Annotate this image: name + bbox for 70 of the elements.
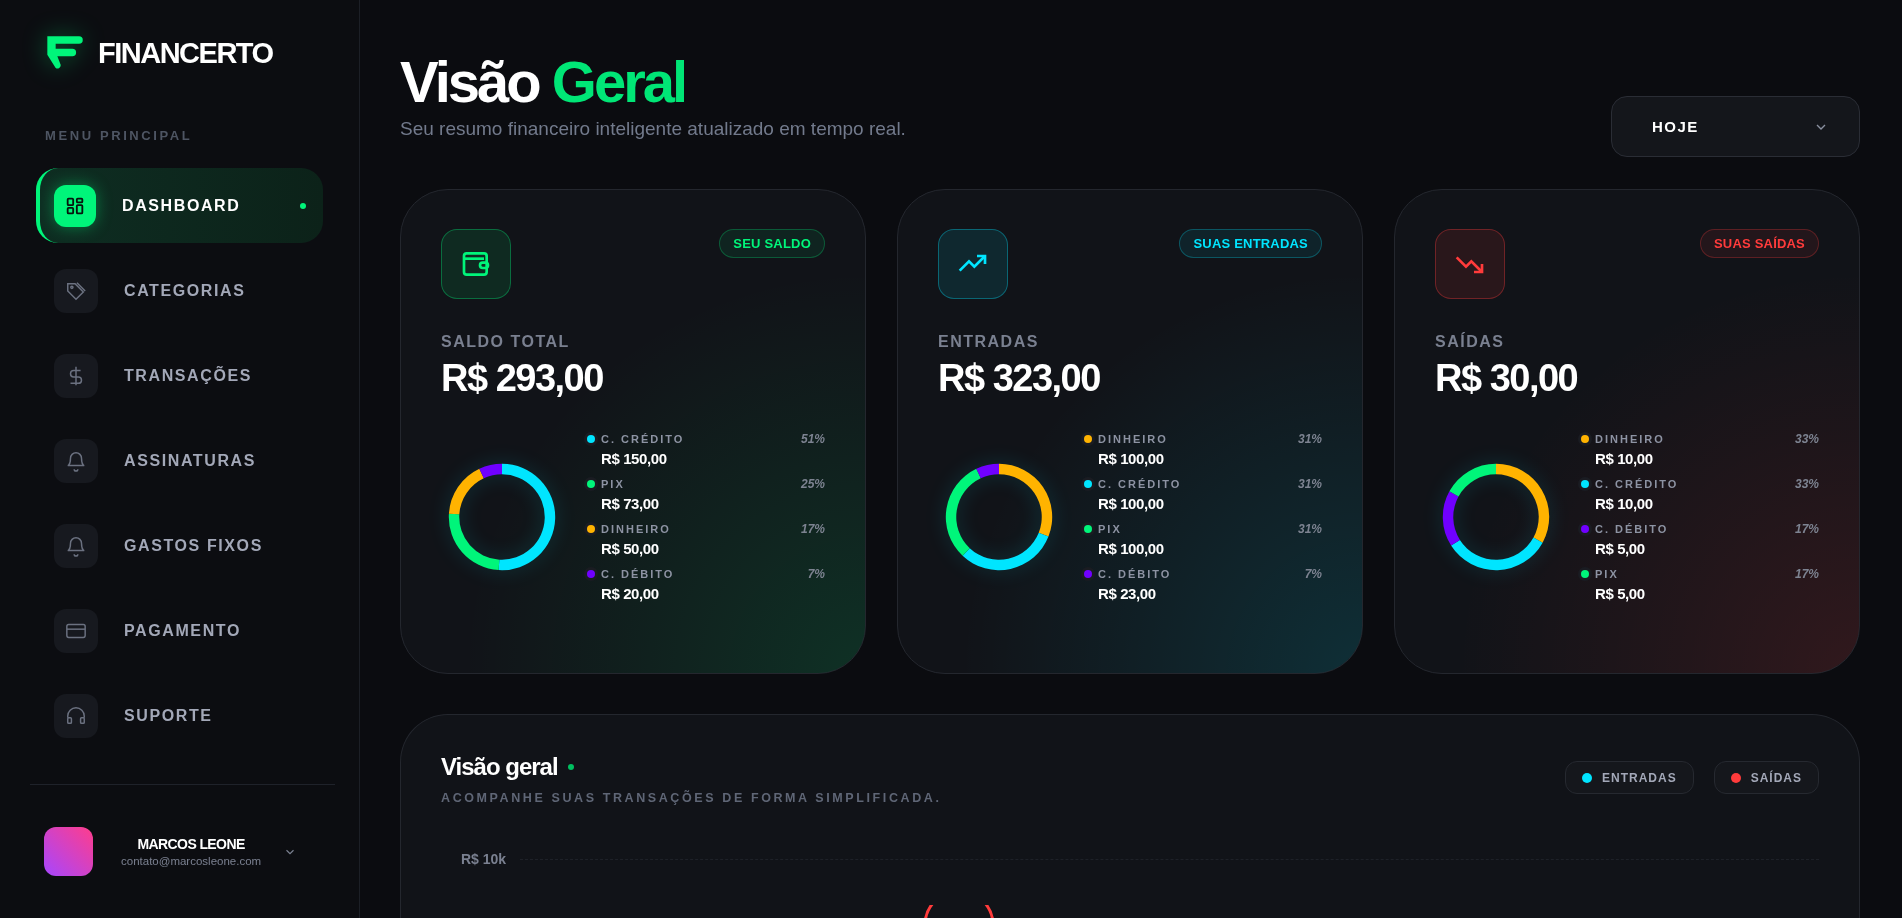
legend-percent: 33% bbox=[1794, 432, 1819, 446]
legend-percent: 33% bbox=[1794, 477, 1819, 491]
page-title: Visão Geral bbox=[400, 50, 687, 114]
brand-name: FINANCERTO bbox=[98, 36, 273, 70]
legend-label: DINHEIRO bbox=[1098, 433, 1169, 445]
legend-label: C. CRÉDITO bbox=[1595, 478, 1680, 490]
section-subtitle: ACOMPANHE SUAS TRANSAÇÕES DE FORMA SIMPLIFICADA. bbox=[441, 791, 942, 805]
legend-label: C. CRÉDITO bbox=[601, 433, 686, 445]
card-amount: R$ 293,00 bbox=[441, 357, 604, 400]
status-dot bbox=[567, 764, 574, 770]
legend-label: C. DÉBITO bbox=[1098, 568, 1173, 580]
legend-label: C. DÉBITO bbox=[601, 568, 676, 580]
nav-item[interactable]: DASHBOARD bbox=[36, 168, 323, 243]
legend-label: C. DÉBITO bbox=[1595, 523, 1670, 535]
legend-amount: R$ 50,00 bbox=[601, 540, 660, 557]
nav-item[interactable]: PAGAMENTO bbox=[36, 593, 323, 668]
legend-percent: 31% bbox=[1297, 432, 1322, 446]
legend-amount: R$ 5,00 bbox=[1595, 540, 1646, 557]
tag-icon bbox=[65, 279, 87, 302]
bell-icon bbox=[65, 449, 87, 472]
legend-amount: R$ 100,00 bbox=[1098, 495, 1165, 512]
badge: SEU SALDO bbox=[719, 229, 825, 258]
legend-amount: R$ 23,00 bbox=[1098, 585, 1157, 602]
page-subtitle: Seu resumo financeiro inteligente atualizado em tempo real. bbox=[400, 117, 906, 140]
legend-amount: R$ 20,00 bbox=[601, 585, 660, 602]
card-label: SAÍDAS bbox=[1435, 333, 1506, 351]
nav-item[interactable]: TRANSAÇÕES bbox=[36, 338, 323, 413]
avatar bbox=[44, 827, 93, 876]
legend-amount: R$ 10,00 bbox=[1595, 450, 1654, 467]
badge: SUAS SAÍDAS bbox=[1699, 229, 1819, 258]
user-name: MARCOS LEONE bbox=[136, 836, 246, 852]
nav-item[interactable]: SUPORTE bbox=[36, 678, 323, 753]
card-amount: R$ 323,00 bbox=[938, 357, 1101, 400]
legend-percent: 17% bbox=[1794, 522, 1819, 536]
headset-icon bbox=[65, 704, 87, 727]
nav-item[interactable]: CATEGORIAS bbox=[36, 253, 323, 328]
axis-label: R$ 10k bbox=[461, 851, 507, 867]
legend-percent: 25% bbox=[800, 477, 825, 491]
legend-amount: R$ 100,00 bbox=[1098, 450, 1165, 467]
card-label: SALDO TOTAL bbox=[441, 333, 571, 351]
legend-amount: R$ 73,00 bbox=[601, 495, 660, 512]
legend-label: C. CRÉDITO bbox=[1098, 478, 1183, 490]
legend-percent: 51% bbox=[800, 432, 825, 446]
nav-item[interactable]: ASSINATURAS bbox=[36, 423, 323, 498]
legend-label: DINHEIRO bbox=[1595, 433, 1666, 445]
legend-amount: R$ 10,00 bbox=[1595, 495, 1654, 512]
user-email: contato@marcosleone.com bbox=[121, 855, 262, 867]
bell-icon bbox=[65, 534, 87, 557]
legend-label: PIX bbox=[1595, 568, 1620, 580]
badge: SUAS ENTRADAS bbox=[1179, 229, 1322, 258]
section-title: Visão geral bbox=[441, 753, 558, 781]
legend-label: PIX bbox=[601, 478, 626, 490]
legend-label: DINHEIRO bbox=[601, 523, 672, 535]
legend-percent: 7% bbox=[1304, 567, 1322, 581]
card-amount: R$ 30,00 bbox=[1435, 357, 1579, 400]
nav-item[interactable]: GASTOS FIXOS bbox=[36, 508, 323, 583]
legend-chip: SAÍDAS bbox=[1713, 761, 1819, 794]
legend-percent: 31% bbox=[1297, 477, 1322, 491]
legend-amount: R$ 150,00 bbox=[601, 450, 668, 467]
legend-chip: ENTRADAS bbox=[1565, 761, 1694, 794]
legend-percent: 17% bbox=[1794, 567, 1819, 581]
legend-percent: 7% bbox=[807, 567, 825, 581]
legend-amount: R$ 100,00 bbox=[1098, 540, 1165, 557]
legend-percent: 17% bbox=[800, 522, 825, 536]
legend-label: PIX bbox=[1098, 523, 1123, 535]
legend-percent: 31% bbox=[1297, 522, 1322, 536]
period-dropdown[interactable]: HOJE bbox=[1611, 96, 1860, 157]
card-label: ENTRADAS bbox=[938, 333, 1040, 351]
menu-label: MENU PRINCIPAL bbox=[45, 128, 194, 143]
legend-amount: R$ 5,00 bbox=[1595, 585, 1646, 602]
